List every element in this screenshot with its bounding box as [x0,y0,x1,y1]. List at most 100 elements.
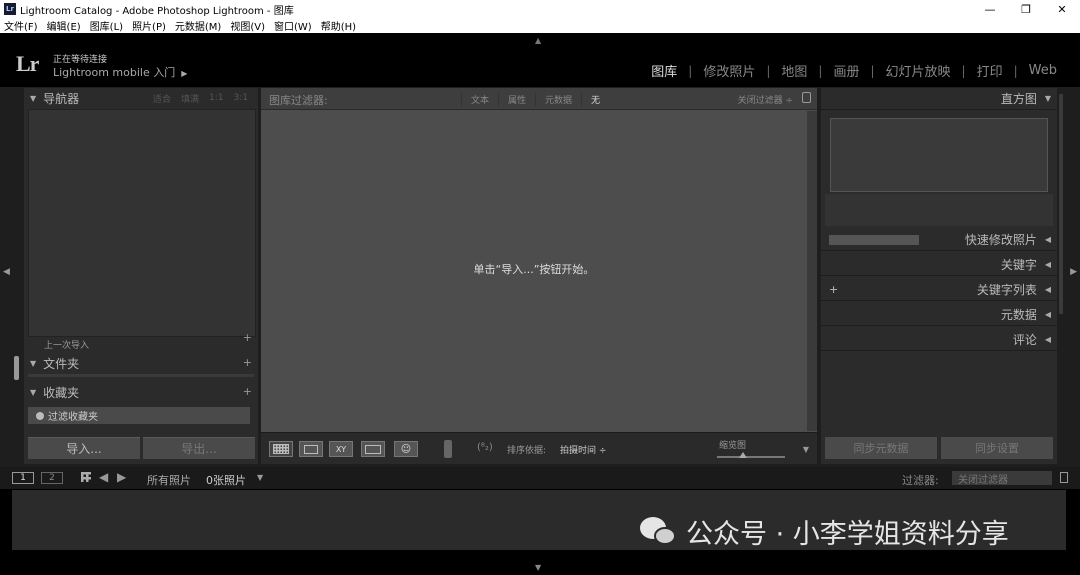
grid-view-button[interactable] [269,441,293,457]
source-all-photos[interactable]: 所有照片 [147,472,191,488]
add-keyword-icon[interactable]: + [829,283,838,296]
zoom-3-1[interactable]: 3:1 [234,93,248,103]
add-folder-icon[interactable]: + [243,356,252,369]
menu-view[interactable]: 视图(V) [230,18,265,33]
collapse-left-panel-icon[interactable]: ◀ [3,267,10,277]
menu-library[interactable]: 图库(L) [90,18,123,33]
minimize-button[interactable]: — [972,0,1008,18]
grid-icon[interactable] [81,472,91,482]
module-web[interactable]: Web [1018,63,1068,78]
thumbnail-size-slider[interactable] [717,456,785,458]
import-button[interactable]: 导入... [28,437,140,459]
left-panel-scrollbar[interactable] [14,356,19,380]
module-slideshow[interactable]: 幻灯片放映 [875,61,962,80]
navigator-header[interactable]: ▼ 导航器 适合 填满 1:1 3:1 [24,88,258,108]
keywording-header[interactable]: 关键字 ◀ [821,254,1057,276]
survey-view-button[interactable] [361,441,385,457]
filmstrip-filter-label: 过滤器: [902,474,939,487]
menu-metadata[interactable]: 元数据(M) [175,18,221,33]
menu-photo[interactable]: 照片(P) [132,18,166,33]
lock-icon[interactable] [802,92,811,103]
add-collection-icon[interactable]: + [243,385,252,398]
menu-help[interactable]: 帮助(H) [321,18,356,33]
histogram-info [825,194,1053,226]
back-arrow-icon[interactable]: ◀ [99,470,108,484]
title-bar: Lr Lightroom Catalog - Adobe Photoshop L… [0,0,1080,18]
expand-triangle-icon: ▼ [30,387,37,397]
loupe-view-button[interactable] [299,441,323,457]
menu-edit[interactable]: 编辑(E) [47,18,81,33]
zoom-1-1[interactable]: 1:1 [209,93,223,103]
filter-none[interactable]: 无 [581,93,609,106]
right-panel-scrollbar[interactable] [1059,94,1063,314]
saved-preset-select[interactable] [829,235,919,245]
slider-knob[interactable] [739,452,747,458]
catalog-previous-import[interactable]: 上一次导入 [44,338,89,351]
source-dropdown-icon[interactable]: ▼ [257,473,263,482]
zoom-fit[interactable]: 适合 [153,92,171,105]
filmstrip-filter-select[interactable]: 关闭过滤器 [952,471,1052,486]
people-view-button[interactable]: ☺ [394,441,418,457]
left-panel: ▼ 导航器 适合 填满 1:1 3:1 + 上一次导入 ▼ 文件夹 + ▼ 收藏… [24,88,258,464]
expand-triangle-icon: ◀ [1044,285,1051,294]
metadata-title: 元数据 [1000,308,1037,322]
watermark: 公众号 · 小李学姐资料分享 [640,512,1009,551]
quick-develop-title: 快速修改照片 [964,233,1037,247]
lock-icon[interactable] [1060,472,1068,483]
forward-arrow-icon[interactable]: ▶ [117,470,126,484]
window-title: Lightroom Catalog - Adobe Photoshop Ligh… [20,5,294,17]
secondary-window-button[interactable]: 2 [41,472,63,484]
sort-dropdown[interactable]: 拍摄时间 ÷ [560,443,606,456]
metadata-header[interactable]: 元数据 ◀ [821,304,1057,326]
module-print[interactable]: 打印 [966,61,1014,80]
survey-view-icon [365,444,381,454]
primary-window-button[interactable]: 1 [12,472,34,484]
folders-header[interactable]: ▼ 文件夹 [24,353,258,373]
sort-direction-icon[interactable]: (⁸₂) [477,442,493,453]
export-button[interactable]: 导出... [143,437,255,459]
zoom-fill[interactable]: 填满 [181,92,199,105]
filter-attribute[interactable]: 属性 [498,93,535,106]
sync-metadata-button[interactable]: 同步元数据 [825,437,937,459]
module-book[interactable]: 画册 [822,61,870,80]
compare-view-icon: XY [335,444,347,454]
module-library[interactable]: 图库 [640,61,688,80]
collections-header[interactable]: ▼ 收藏夹 [24,382,258,402]
module-develop[interactable]: 修改照片 [692,61,766,80]
filter-preset-dropdown[interactable]: 关闭过滤器 ÷ [738,93,793,106]
filter-collections-input[interactable]: 过滤收藏夹 [28,407,250,424]
collapse-filmstrip-icon[interactable]: ▼ [535,563,541,572]
module-map[interactable]: 地图 [770,61,818,80]
main-workspace: ◀ ▶ ▼ 导航器 适合 填满 1:1 3:1 + 上一次导入 ▼ 文件夹 + … [0,87,1080,467]
keyword-list-header[interactable]: 关键字列表 ◀ [821,279,1057,301]
close-button[interactable]: ✕ [1044,0,1080,18]
photo-grid[interactable]: 单击“导入...”按钮开始。 [261,111,807,431]
search-icon [36,411,44,420]
add-icon[interactable]: + [243,331,252,344]
right-panel: 直方图 ▼ 快速修改照片 ◀ 关键字 ◀ 关键字列表 ◀ + 元数据 ◀ 评论 … [821,88,1063,464]
collapse-top-panel-icon[interactable]: ▲ [535,36,541,45]
filmstrip-filter-value: 关闭过滤器 [958,474,1008,486]
center-grid-area: 图库过滤器: 文本 属性 元数据 无 关闭过滤器 ÷ 单击“导入...”按钮开始… [261,88,817,464]
window-controls: — ❐ ✕ [972,0,1080,18]
filmstrip-toolbar: 1 2 ◀ ▶ 所有照片 0张照片 ▼ 过滤器: 关闭过滤器 [0,467,1080,489]
filter-options: 文本 属性 元数据 无 [461,93,609,106]
filter-metadata[interactable]: 元数据 [535,93,581,106]
menu-file[interactable]: 文件(F) [4,18,38,33]
grid-scrollbar[interactable] [807,111,817,431]
thumbnail-size-label: 缩览图 [719,441,747,451]
filter-text[interactable]: 文本 [461,93,498,106]
compare-view-button[interactable]: XY [329,441,353,457]
menu-window[interactable]: 窗口(W) [274,18,312,33]
restore-button[interactable]: ❐ [1008,0,1044,18]
collapse-right-panel-icon[interactable]: ▶ [1070,267,1077,277]
library-filter-bar: 图库过滤器: 文本 属性 元数据 无 关闭过滤器 ÷ [261,88,817,110]
expand-triangle-icon: ◀ [1044,260,1051,269]
comments-header[interactable]: 评论 ◀ [821,329,1057,351]
lightroom-mobile-link[interactable]: Lightroom mobile 入门 ▶ [53,64,187,80]
navigator-preview[interactable] [28,109,256,337]
toolbar-options-dropdown-icon[interactable]: ▼ [803,445,809,454]
sync-settings-button[interactable]: 同步设置 [941,437,1053,459]
histogram-header[interactable]: 直方图 ▼ [821,88,1057,110]
painter-spray-icon[interactable] [444,440,452,458]
